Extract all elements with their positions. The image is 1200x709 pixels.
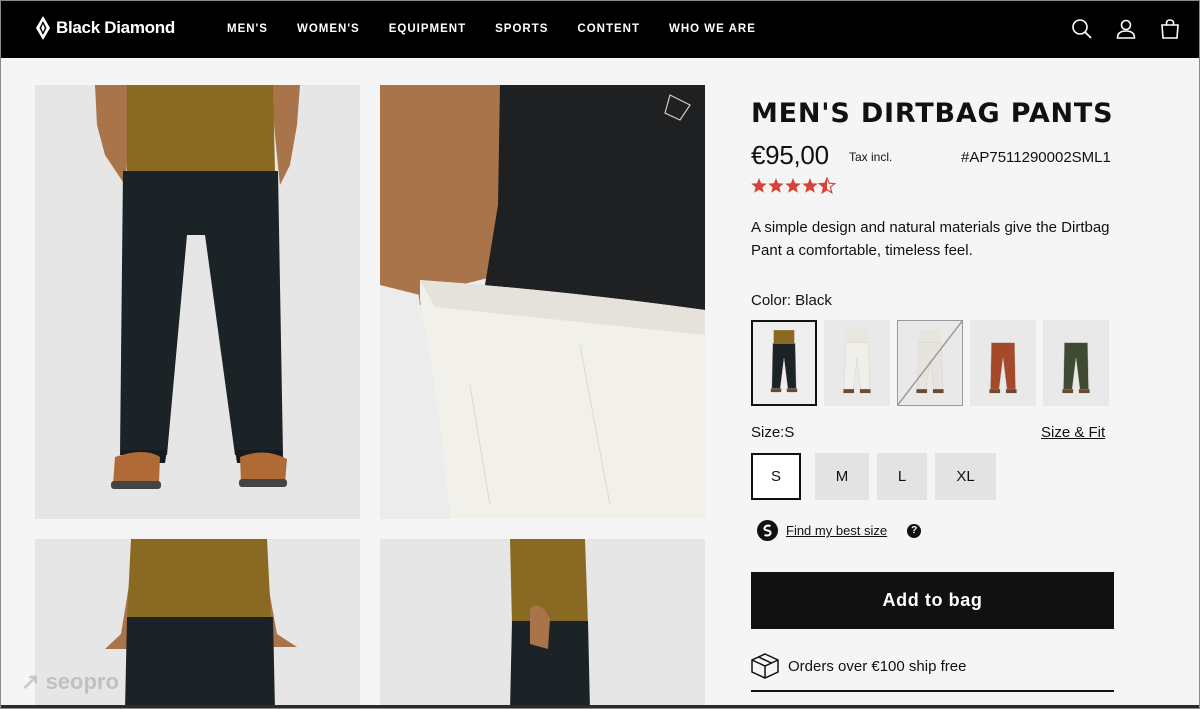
star-icon xyxy=(802,178,818,193)
search-icon[interactable] xyxy=(1071,18,1093,40)
swatch-thumbnail xyxy=(843,329,871,394)
bag-icon[interactable] xyxy=(1159,18,1181,40)
package-icon xyxy=(751,653,779,679)
swatch-thumbnail xyxy=(989,329,1017,394)
account-icon[interactable] xyxy=(1115,18,1137,40)
add-to-bag-button[interactable]: Add to bag xyxy=(751,572,1114,629)
product-sku: #AP7511290002SML1 xyxy=(961,149,1111,166)
product-description: A simple design and natural materials gi… xyxy=(751,219,1110,259)
product-image-waistband[interactable] xyxy=(380,85,705,519)
nav-content[interactable]: CONTENT xyxy=(577,23,640,35)
waistband-illustration xyxy=(380,85,705,519)
color-swatches xyxy=(751,320,1109,406)
size-m-button[interactable]: M xyxy=(815,453,869,500)
fit-finder-icon xyxy=(757,520,778,541)
color-swatch-rust[interactable] xyxy=(970,320,1036,406)
front-view-illustration xyxy=(35,85,360,519)
product-image-front[interactable] xyxy=(35,85,360,519)
size-label: Size:S xyxy=(751,424,795,441)
size-options: S M L XL xyxy=(751,453,996,500)
watermark-arrow-icon: ↗ xyxy=(21,669,40,694)
color-label: Color: Black xyxy=(751,292,832,309)
size-xl-button[interactable]: XL xyxy=(935,453,996,500)
nav-womens[interactable]: WOMEN'S xyxy=(297,23,360,35)
watermark: ↗ seopro xyxy=(21,669,119,695)
site-header: Black Diamond MEN'S WOMEN'S EQUIPMENT SP… xyxy=(1,1,1199,58)
color-swatch-olive[interactable] xyxy=(1043,320,1109,406)
tax-note: Tax incl. xyxy=(849,150,893,164)
star-icon xyxy=(785,178,801,193)
nav-sports[interactable]: SPORTS xyxy=(495,23,548,35)
nav-mens[interactable]: MEN'S xyxy=(227,23,268,35)
rating-stars[interactable] xyxy=(751,177,841,195)
find-size-row: Find my best size ? xyxy=(757,520,922,541)
header-actions xyxy=(1071,18,1181,40)
bottom-bar xyxy=(1,705,1199,708)
nav-who-we-are[interactable]: WHO WE ARE xyxy=(669,23,756,35)
nav-equipment[interactable]: EQUIPMENT xyxy=(389,23,466,35)
find-size-link[interactable]: Find my best size xyxy=(786,523,887,538)
size-fit-link[interactable]: Size & Fit xyxy=(1041,424,1105,441)
swatch-thumbnail xyxy=(770,330,798,393)
divider xyxy=(751,690,1114,692)
help-icon[interactable]: ? xyxy=(907,523,922,538)
color-swatch-natural[interactable] xyxy=(897,320,963,406)
star-icon xyxy=(768,178,784,193)
diamond-logo-icon xyxy=(36,16,50,40)
half-star-icon xyxy=(818,177,836,194)
side-view-illustration xyxy=(380,539,705,708)
shipping-note: Orders over €100 ship free xyxy=(788,657,967,675)
main-nav: MEN'S WOMEN'S EQUIPMENT SPORTS CONTENT W… xyxy=(227,23,785,35)
product-title: MEN'S DIRTBAG PANTS xyxy=(751,98,1114,129)
product-image-side[interactable] xyxy=(380,539,705,708)
swatch-thumbnail xyxy=(1062,329,1090,394)
size-l-button[interactable]: L xyxy=(877,453,927,500)
product-price: €95,00 xyxy=(751,140,829,170)
page: Black Diamond MEN'S WOMEN'S EQUIPMENT SP… xyxy=(0,0,1200,709)
shipping-note-row: Orders over €100 ship free xyxy=(751,653,966,679)
star-icon xyxy=(751,178,767,193)
watermark-text: seopro xyxy=(45,669,119,694)
color-swatch-black[interactable] xyxy=(751,320,817,406)
size-s-button[interactable]: S xyxy=(751,453,801,500)
brand-logo[interactable]: Black Diamond xyxy=(36,16,175,40)
brand-name: Black Diamond xyxy=(56,18,175,37)
color-swatch-white[interactable] xyxy=(824,320,890,406)
swatch-thumbnail xyxy=(897,320,963,406)
